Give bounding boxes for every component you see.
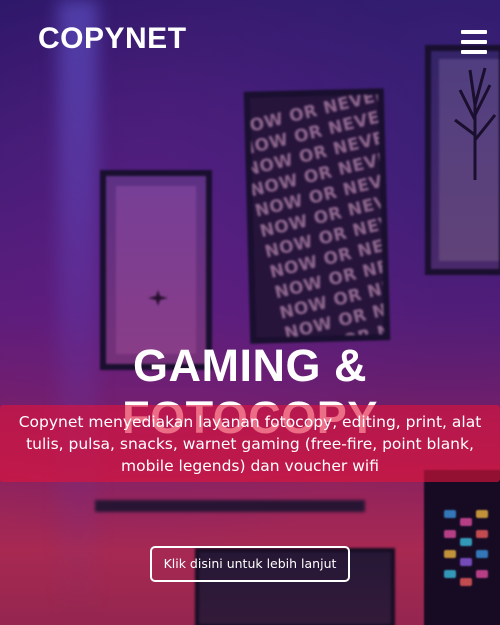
hero-description-band: Copynet menyediakan layanan fotocopy, ed… xyxy=(0,405,500,482)
learn-more-button[interactable]: Klik disini untuk lebih lanjut xyxy=(150,546,350,582)
navbar: COPYNET xyxy=(0,0,500,80)
hamburger-menu-icon[interactable] xyxy=(461,30,489,54)
hero-background: NOW OR NEVER NOW OR NEVER NOW OR NEVER N… xyxy=(0,0,500,625)
brand-logo[interactable]: COPYNET xyxy=(38,22,187,56)
hero-description: Copynet menyediakan layanan fotocopy, ed… xyxy=(18,413,482,475)
